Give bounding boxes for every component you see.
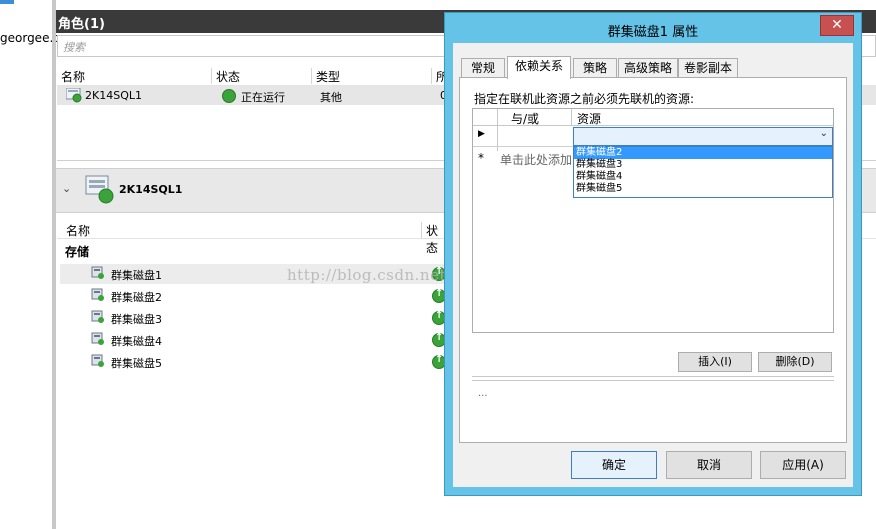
list-item[interactable]: 群集磁盘4 <box>60 330 460 350</box>
resource-options[interactable]: 群集磁盘2 群集磁盘3 群集磁盘4 群集磁盘5 <box>573 146 833 198</box>
nav-item-truncated[interactable]: georgee.c <box>0 31 60 45</box>
cluster-role-icon <box>66 88 82 103</box>
tab-shadow-copies[interactable]: 卷影副本 <box>678 58 738 78</box>
dependencies-panel: 指定在联机此资源之前必须先联机的资源: 与/或 资源 ▶ * 单击此处添加 ⌄ … <box>459 77 847 443</box>
disk-icon <box>91 310 104 323</box>
chevron-down-icon[interactable]: ⌄ <box>62 182 71 195</box>
new-row-marker: * <box>478 151 484 165</box>
disk-icon <box>91 266 104 279</box>
disk-name: 群集磁盘3 <box>111 313 162 326</box>
properties-dialog: 群集磁盘1 属性 ✕ 常规 依赖关系 策略 高级策略 卷影副本 指定在联机此资源… <box>444 12 862 496</box>
column-header-status[interactable]: 状态 <box>422 222 446 255</box>
tab-general[interactable]: 常规 <box>461 58 505 78</box>
roles-title: 角色(1) <box>58 17 105 32</box>
list-item[interactable]: 群集磁盘2 <box>60 286 460 306</box>
grid-header: 与/或 资源 <box>473 109 833 126</box>
expression-text: ... <box>478 388 488 399</box>
list-item[interactable]: 群集磁盘3 <box>60 308 460 328</box>
option-item[interactable]: 群集磁盘3 <box>574 159 832 171</box>
search-placeholder: 搜索 <box>63 41 85 54</box>
disk-icon <box>91 354 104 367</box>
dependency-grid[interactable]: 与/或 资源 ▶ * 单击此处添加 ⌄ 群集磁盘2 群集磁盘3 群集磁盘4 群集… <box>472 108 834 333</box>
option-item[interactable]: 群集磁盘4 <box>574 171 832 183</box>
pane-splitter[interactable] <box>52 0 56 529</box>
divider <box>472 376 834 377</box>
storage-group-label: 存储 <box>65 245 90 259</box>
navigation-pane: georgee.c <box>0 0 60 529</box>
tab-policies[interactable]: 策略 <box>573 58 617 78</box>
column-header-name[interactable]: 名称 <box>62 222 422 238</box>
tab-dependencies[interactable]: 依赖关系 <box>507 56 571 79</box>
add-row-hint[interactable]: 单击此处添加 <box>500 151 572 168</box>
column-header-status[interactable]: 状态 <box>212 68 312 84</box>
running-status-icon <box>222 89 236 103</box>
apply-button[interactable]: 应用(A) <box>760 451 846 479</box>
current-row-marker: ▶ <box>478 129 485 139</box>
role-name: 2K14SQL1 <box>85 89 142 102</box>
divider <box>472 380 834 381</box>
ok-button[interactable]: 确定 <box>571 451 657 479</box>
column-header-and-or[interactable]: 与/或 <box>511 110 539 127</box>
option-item[interactable]: 群集磁盘5 <box>574 183 832 195</box>
cluster-role-large-icon <box>85 175 114 204</box>
detail-title: 2K14SQL1 <box>119 183 183 196</box>
cancel-button[interactable]: 取消 <box>666 451 752 479</box>
delete-button[interactable]: 删除(D) <box>758 352 832 372</box>
resource-select[interactable]: ⌄ <box>573 127 833 146</box>
column-header-name[interactable]: 名称 <box>57 68 212 84</box>
dependencies-prompt: 指定在联机此资源之前必须先联机的资源: <box>474 92 695 106</box>
role-status: 正在运行 <box>241 91 285 104</box>
list-item[interactable]: 群集磁盘5 <box>60 352 460 372</box>
dialog-title: 群集磁盘1 属性 <box>607 25 699 40</box>
close-button[interactable]: ✕ <box>820 15 854 36</box>
column-header-resource[interactable]: 资源 <box>577 110 601 127</box>
chevron-down-icon[interactable]: ⌄ <box>820 128 828 139</box>
option-item[interactable]: 群集磁盘2 <box>574 147 832 159</box>
disk-icon <box>91 288 104 301</box>
selection-marker <box>0 0 14 4</box>
disk-name: 群集磁盘1 <box>111 269 162 282</box>
disk-name: 群集磁盘5 <box>111 357 162 370</box>
dialog-body: 常规 依赖关系 策略 高级策略 卷影副本 指定在联机此资源之前必须先联机的资源:… <box>453 43 853 487</box>
insert-button[interactable]: 插入(I) <box>678 352 752 372</box>
disk-name: 群集磁盘4 <box>111 335 162 348</box>
role-type: 其他 <box>320 91 342 104</box>
disk-name: 群集磁盘2 <box>111 291 162 304</box>
disk-icon <box>91 332 104 345</box>
column-header-type[interactable]: 类型 <box>312 68 432 84</box>
tab-advanced-policies[interactable]: 高级策略 <box>618 58 678 78</box>
